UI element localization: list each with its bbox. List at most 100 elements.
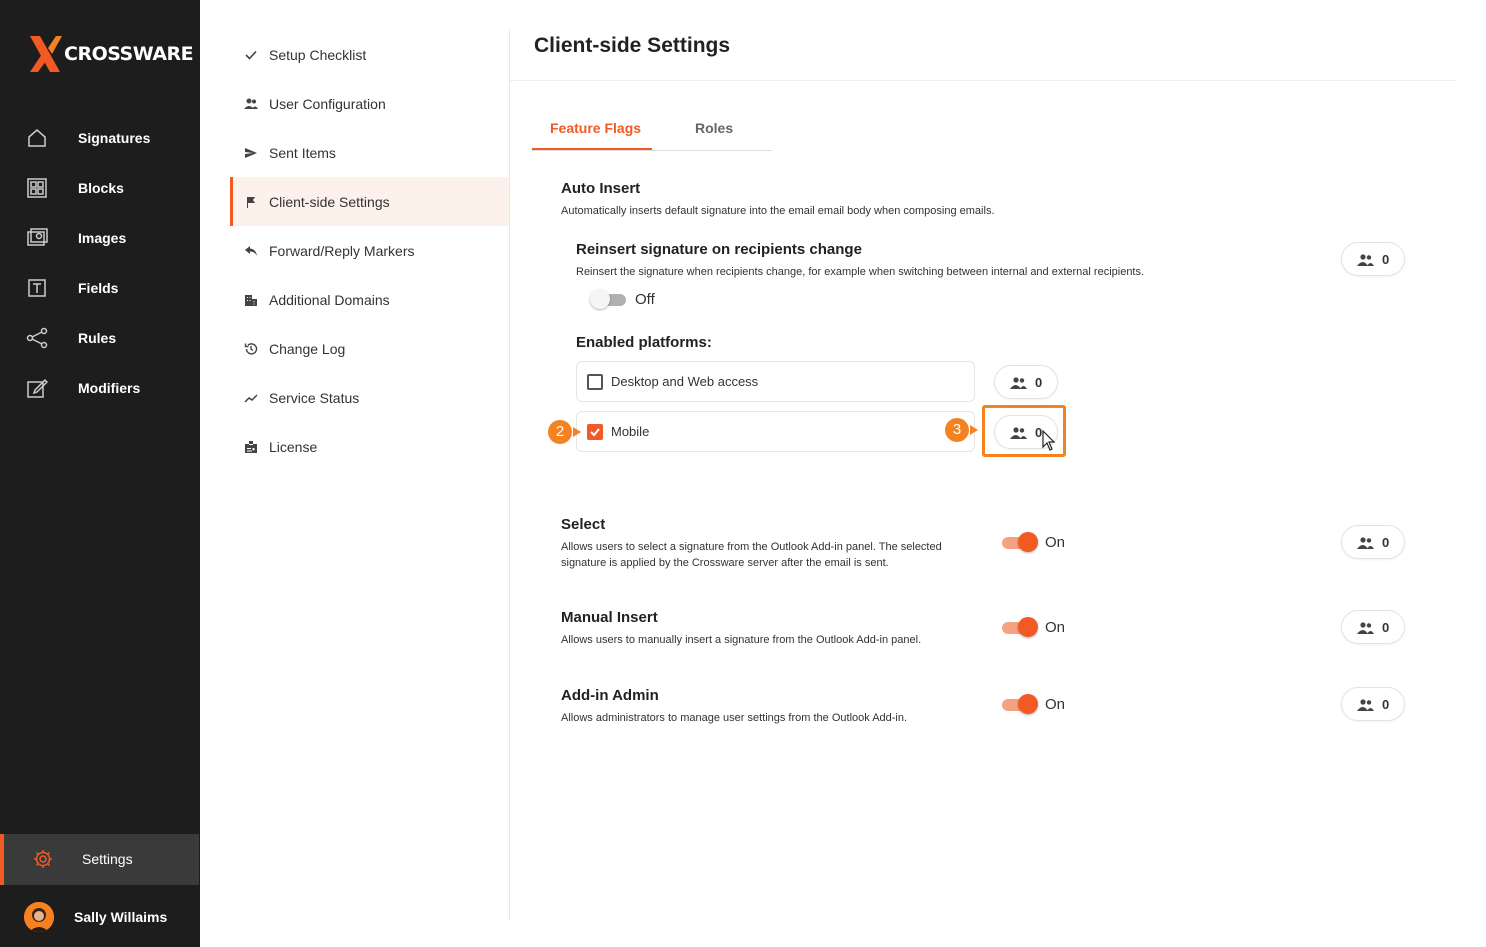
select-roles-button[interactable]: 0	[1341, 525, 1405, 559]
auto-insert-title: Auto Insert	[561, 180, 641, 197]
select-title: Select	[561, 516, 606, 533]
building-icon	[245, 294, 257, 306]
submenu-item-setup-checklist[interactable]: Setup Checklist	[230, 30, 509, 79]
mobile-checkbox[interactable]	[587, 424, 603, 440]
submenu-item-client-side-settings[interactable]: Client-side Settings	[230, 177, 509, 226]
tab-bar: Feature Flags Roles	[532, 108, 772, 151]
submenu-item-label: Sent Items	[269, 144, 336, 161]
submenu-item-label: Setup Checklist	[269, 46, 367, 63]
active-tab-indicator	[532, 148, 652, 150]
people-icon	[1357, 622, 1374, 634]
home-icon	[28, 129, 46, 147]
submenu-item-label: Additional Domains	[269, 291, 390, 308]
sidebar-item-label: Settings	[82, 851, 133, 867]
crossware-logo[interactable]: CROSSWARE	[28, 34, 194, 74]
submenu-item-change-log[interactable]: Change Log	[230, 324, 509, 373]
desktop-web-checkbox[interactable]	[587, 374, 603, 390]
reinsert-toggle[interactable]	[590, 289, 628, 309]
sidebar-item-label: Fields	[78, 280, 119, 296]
submenu-item-label: Client-side Settings	[269, 193, 390, 210]
annotation-arrow-2	[573, 427, 581, 437]
addin-admin-description: Allows administrators to manage user set…	[561, 712, 908, 724]
addin-admin-roles-button[interactable]: 0	[1341, 687, 1405, 721]
sidebar-item-label: Blocks	[78, 180, 124, 196]
submenu-item-license[interactable]: License	[230, 422, 509, 471]
addin-admin-toggle-label: On	[1045, 696, 1066, 713]
role-count: 0	[1382, 620, 1390, 635]
desktop-web-roles-button[interactable]: 0	[994, 365, 1058, 399]
select-toggle-label: On	[1045, 534, 1066, 551]
role-count: 0	[1382, 535, 1390, 550]
submenu-item-additional-domains[interactable]: Additional Domains	[230, 275, 509, 324]
submenu-item-sent-items[interactable]: Sent Items	[230, 128, 509, 177]
platform-desktop-web: Desktop and Web access	[576, 361, 975, 402]
tab-roles[interactable]: Roles	[695, 120, 733, 136]
enabled-platforms-title: Enabled platforms:	[576, 334, 712, 351]
flag-icon	[247, 196, 255, 208]
check-icon	[245, 50, 257, 60]
auto-insert-description: Automatically inserts default signature …	[561, 205, 995, 217]
platform-label: Mobile	[611, 424, 650, 439]
submenu-item-label: Change Log	[269, 340, 346, 357]
submenu-item-label: Forward/Reply Markers	[269, 242, 415, 259]
avatar	[24, 902, 54, 932]
blocks-icon	[27, 178, 47, 198]
sidebar-item-rules[interactable]: Rules	[0, 313, 200, 363]
people-icon	[1010, 377, 1027, 389]
reinsert-title: Reinsert signature on recipients change	[576, 241, 862, 258]
people-icon	[1357, 537, 1374, 549]
manual-insert-toggle-label: On	[1045, 619, 1066, 636]
sidebar-item-settings[interactable]: Settings	[0, 834, 199, 885]
user-name: Sally Willaims	[74, 909, 168, 925]
user-profile[interactable]: Sally Willaims	[0, 894, 200, 940]
panel-divider	[509, 30, 510, 920]
reinsert-roles-button[interactable]: 0	[1341, 242, 1405, 276]
modifiers-icon	[27, 378, 48, 398]
crossware-x-icon	[30, 36, 62, 72]
role-count: 0	[1382, 252, 1390, 267]
sidebar-item-signatures[interactable]: Signatures	[0, 113, 200, 163]
manual-insert-toggle[interactable]	[1000, 617, 1038, 637]
trend-icon	[244, 393, 258, 403]
sidebar-item-blocks[interactable]: Blocks	[0, 163, 200, 213]
annotation-marker-3: 3	[945, 418, 969, 442]
page-title: Client-side Settings	[534, 34, 731, 57]
header-divider	[510, 80, 1456, 81]
send-icon	[245, 147, 257, 158]
sidebar-item-label: Images	[78, 230, 127, 246]
reply-icon	[245, 245, 257, 256]
annotation-marker-2: 2	[548, 420, 572, 444]
sidebar-item-label: Signatures	[78, 130, 151, 146]
tab-feature-flags[interactable]: Feature Flags	[550, 120, 641, 136]
badge-icon	[245, 440, 257, 453]
people-icon	[1357, 699, 1374, 711]
addin-admin-title: Add-in Admin	[561, 687, 659, 704]
manual-insert-roles-button[interactable]: 0	[1341, 610, 1405, 644]
reinsert-toggle-label: Off	[635, 291, 655, 308]
submenu-item-service-status[interactable]: Service Status	[230, 373, 509, 422]
sidebar-item-images[interactable]: Images	[0, 213, 200, 263]
addin-admin-toggle[interactable]	[1000, 694, 1038, 714]
annotation-arrow-3	[970, 425, 978, 435]
submenu-item-label: Service Status	[269, 389, 360, 406]
gear-icon	[34, 850, 52, 868]
people-icon	[1357, 254, 1374, 266]
submenu-item-label: User Configuration	[269, 95, 386, 112]
submenu-item-forward-reply-markers[interactable]: Forward/Reply Markers	[230, 226, 509, 275]
sidebar-item-label: Modifiers	[78, 380, 141, 396]
submenu-item-user-configuration[interactable]: User Configuration	[230, 79, 509, 128]
submenu-item-label: License	[269, 438, 318, 455]
rules-icon	[26, 327, 48, 349]
fields-icon	[28, 279, 46, 297]
sidebar-item-fields[interactable]: Fields	[0, 263, 200, 313]
history-icon	[244, 342, 258, 355]
select-toggle[interactable]	[1000, 532, 1038, 552]
role-count: 0	[1035, 375, 1043, 390]
role-count: 0	[1382, 697, 1390, 712]
manual-insert-description: Allows users to manually insert a signat…	[561, 634, 922, 646]
sidebar-item-modifiers[interactable]: Modifiers	[0, 363, 200, 413]
images-icon	[27, 228, 48, 246]
platform-mobile: Mobile	[576, 411, 975, 452]
platform-label: Desktop and Web access	[611, 374, 759, 389]
checkmark-icon	[590, 428, 600, 437]
